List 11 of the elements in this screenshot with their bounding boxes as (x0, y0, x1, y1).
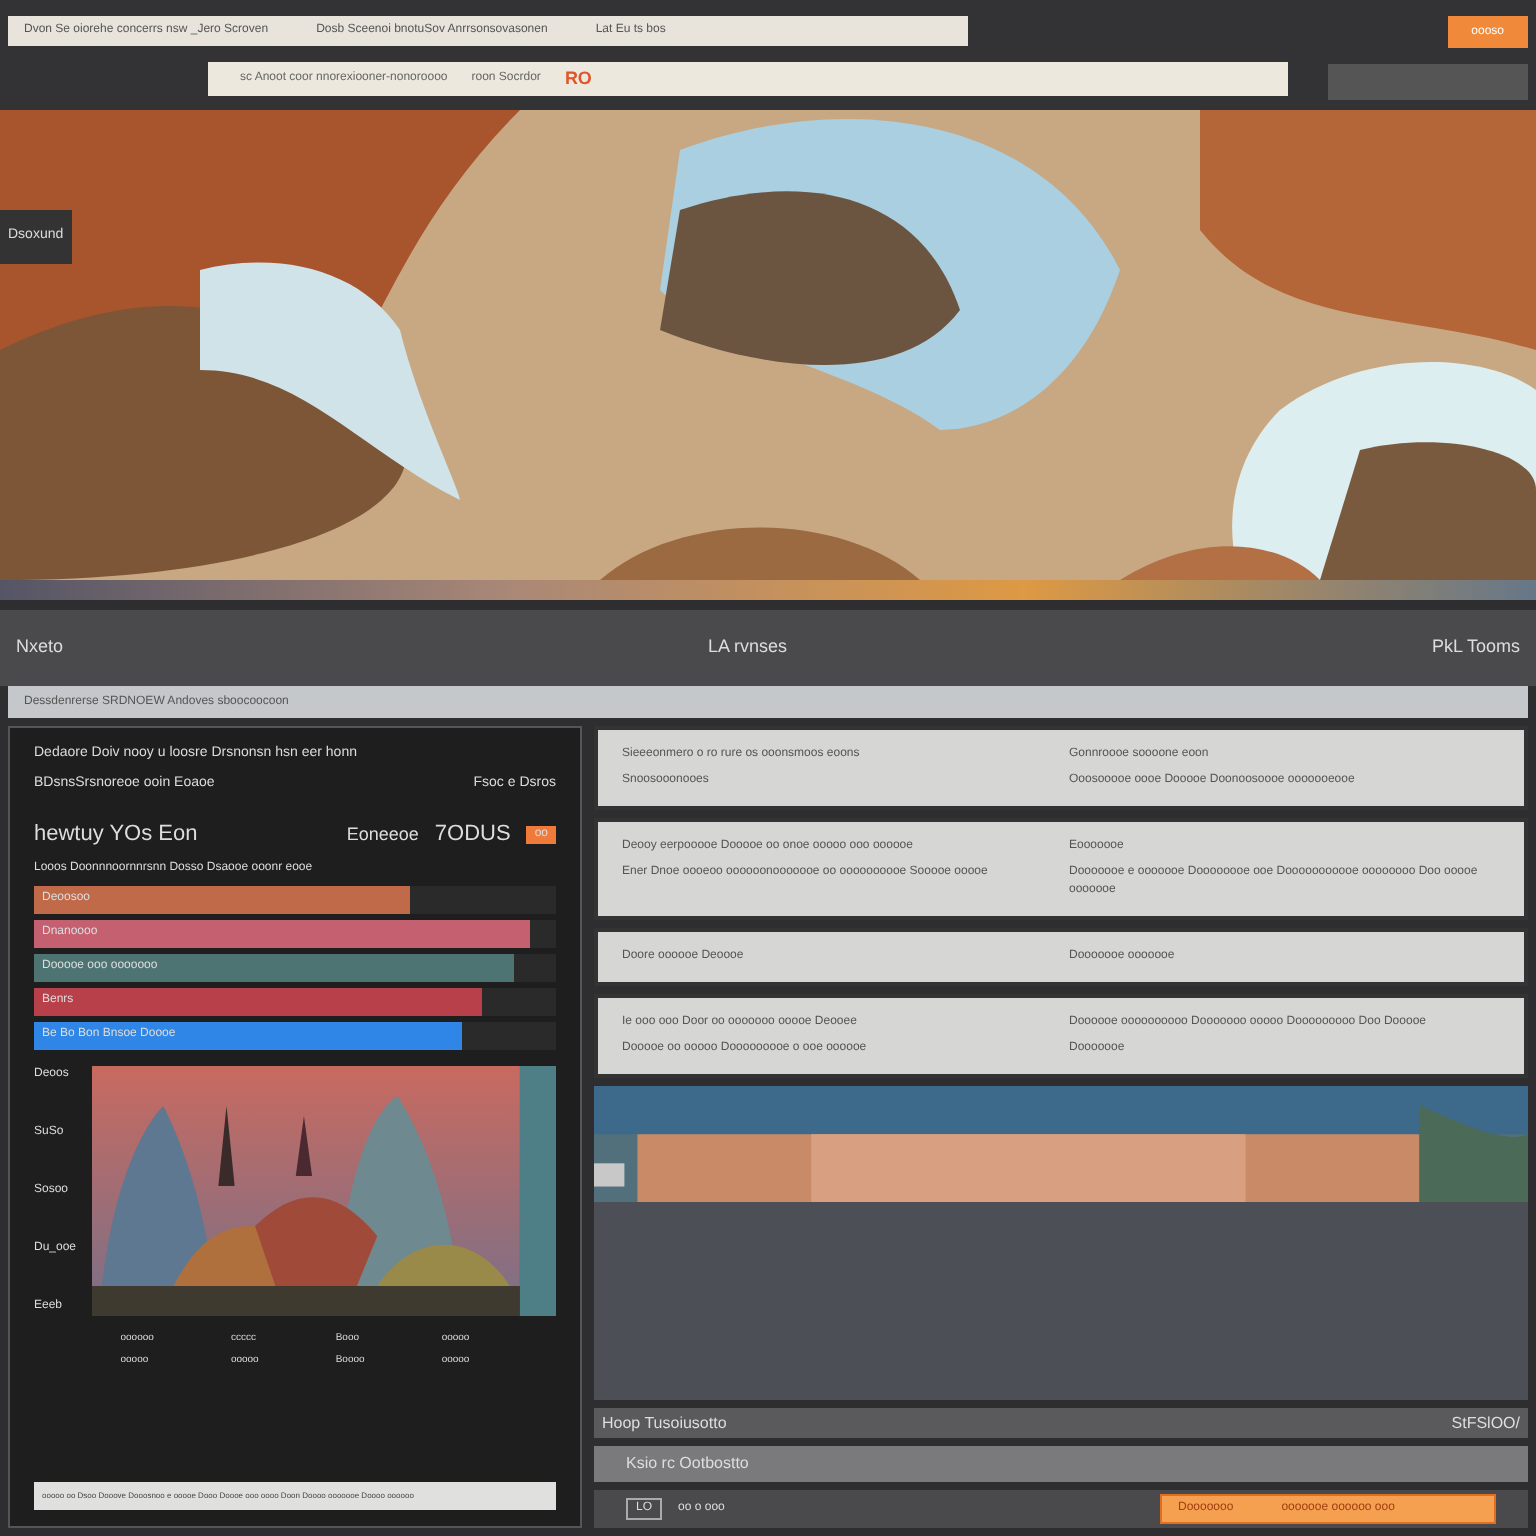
player-heading: StFSlOO/ (1451, 1411, 1520, 1435)
value: 7ODUS (434, 820, 511, 850)
panel-title: hewtuy YOs Eon (34, 820, 198, 850)
player-heading: Hoop Tusoiusotto (602, 1411, 727, 1435)
panel-label: Eoneeoe (346, 821, 419, 847)
badge-text: RO (564, 65, 592, 92)
panel-button[interactable] (1328, 64, 1528, 100)
section-title: Nxeto (16, 634, 64, 661)
section-title: PkL Tooms (1431, 634, 1520, 661)
section-title: LA rvnses (707, 634, 787, 661)
player-subheading: Ksio rc Ootbostto (626, 1452, 749, 1476)
